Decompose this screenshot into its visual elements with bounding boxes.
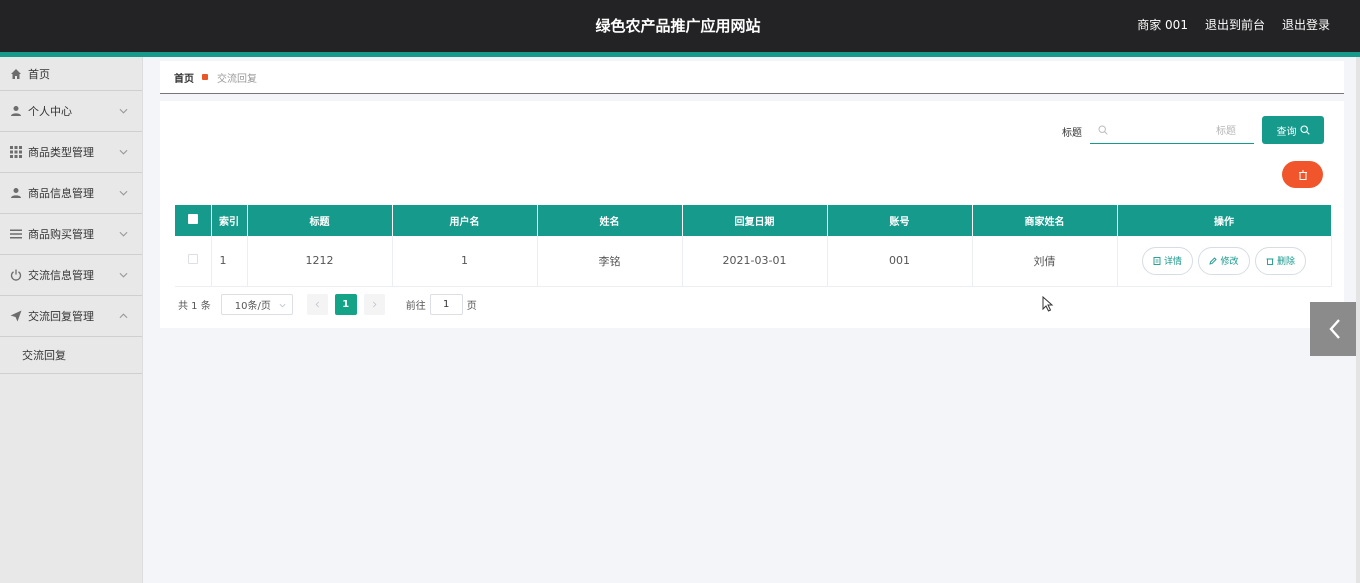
sidebar-item-communication-reply[interactable]: 交流回复管理 [0, 296, 142, 337]
chevron-down-icon [119, 107, 128, 116]
sidebar-item-label: 首页 [28, 67, 50, 81]
trash-icon [1298, 170, 1307, 180]
top-links: 商家 001 退出到前台 退出登录 [1137, 16, 1330, 33]
query-button[interactable]: 查询 [1262, 116, 1324, 144]
back-to-front-link[interactable]: 退出到前台 [1205, 16, 1265, 33]
chevron-down-icon [119, 230, 128, 239]
user-icon [10, 105, 22, 117]
column-header: 账号 [827, 205, 973, 236]
breadcrumb-home[interactable]: 首页 [174, 70, 194, 85]
edit-button-label: 修改 [1220, 257, 1239, 268]
merchant-account-link[interactable]: 商家 001 [1137, 16, 1188, 33]
list-icon [10, 228, 22, 240]
sidebar-item-label: 个人中心 [28, 105, 72, 118]
chevron-down-icon [119, 189, 128, 198]
trash-icon [1266, 258, 1274, 265]
top-bar: 绿色农产品推广应用网站 商家 001 退出到前台 退出登录 [0, 0, 1360, 52]
select-all-checkbox[interactable] [187, 214, 198, 224]
sidebar-item-home[interactable]: 首页 [0, 57, 142, 91]
sidebar-item-product-purchase[interactable]: 商品购买管理 [0, 214, 142, 255]
breadcrumb: 首页 交流回复 [160, 61, 1344, 94]
delete-button-label: 删除 [1277, 257, 1296, 268]
sidebar-item-label: 商品信息管理 [28, 187, 94, 200]
chevron-left-icon [315, 301, 319, 308]
table-header-row: 索引 标题 用户名 姓名 回复日期 账号 商家姓名 操作 [175, 205, 1332, 236]
scrollbar[interactable] [1356, 57, 1360, 583]
home-icon [10, 68, 22, 80]
side-panel-toggle-button[interactable] [1310, 302, 1360, 356]
pagination: 共 1 条 10条/页 1 前往 页 [178, 294, 477, 315]
chevron-up-icon [119, 312, 128, 321]
edit-button[interactable]: 修改 [1198, 246, 1250, 275]
document-icon [1153, 256, 1161, 265]
cell-username: 1 [392, 236, 538, 287]
prev-page-button[interactable] [306, 294, 328, 315]
mouse-cursor-icon [1042, 296, 1054, 312]
edit-icon [1209, 257, 1218, 265]
search-input[interactable] [1114, 122, 1236, 141]
cell-name: 李铭 [537, 236, 683, 287]
next-page-button[interactable] [363, 294, 385, 315]
search-icon [1098, 125, 1108, 135]
page-size-value: 10条/页 [234, 301, 271, 312]
power-icon [10, 269, 22, 281]
sidebar: 首页 个人中心 商品类型管理 商品信息管理 商品购买管理 交流信息管理 交流回复… [0, 57, 143, 583]
pagination-total: 共 1 条 [178, 301, 211, 312]
sidebar-item-label: 商品购买管理 [28, 228, 94, 241]
cell-actions: 详情 修改 删除 [1117, 236, 1332, 287]
data-table: 索引 标题 用户名 姓名 回复日期 账号 商家姓名 操作 1 1212 1 李铭… [175, 205, 1332, 287]
sidebar-item-product-info[interactable]: 商品信息管理 [0, 173, 142, 214]
chevron-right-icon [372, 301, 377, 308]
logout-link[interactable]: 退出登录 [1282, 16, 1330, 33]
query-button-label: 查询 [1276, 126, 1297, 138]
column-header: 商家姓名 [972, 205, 1118, 236]
delete-button[interactable]: 删除 [1255, 246, 1307, 275]
cell-index: 1 [211, 236, 248, 287]
cell-title: 1212 [247, 236, 393, 287]
search-field [1090, 119, 1254, 144]
cell-reply-date: 2021-03-01 [682, 236, 828, 287]
goto-page-input[interactable] [429, 294, 463, 315]
column-header: 姓名 [537, 205, 683, 236]
breadcrumb-current: 交流回复 [217, 73, 257, 85]
detail-button[interactable]: 详情 [1141, 246, 1193, 275]
page-suffix: 页 [466, 301, 477, 312]
row-checkbox[interactable] [187, 254, 198, 265]
chevron-left-icon [1329, 319, 1340, 339]
search-label: 标题 [1062, 128, 1082, 139]
header-accent-bar [0, 52, 1360, 57]
breadcrumb-separator-icon [202, 74, 208, 80]
user-icon [10, 187, 22, 199]
sidebar-item-label: 交流回复管理 [28, 310, 94, 323]
sidebar-item-communication-info[interactable]: 交流信息管理 [0, 255, 142, 296]
column-header: 索引 [211, 205, 248, 236]
sidebar-item-label: 交流信息管理 [28, 269, 94, 282]
page-number-current[interactable]: 1 [334, 294, 357, 315]
grid-icon [10, 146, 22, 158]
cell-account: 001 [827, 236, 973, 287]
row-select-cell[interactable] [175, 236, 212, 287]
select-all-cell[interactable] [175, 205, 212, 236]
chevron-down-icon [119, 148, 128, 157]
cell-merchant-name: 刘倩 [972, 236, 1118, 287]
sidebar-item-product-type[interactable]: 商品类型管理 [0, 132, 142, 173]
column-header: 回复日期 [682, 205, 828, 236]
column-header: 用户名 [392, 205, 538, 236]
chevron-down-icon [119, 271, 128, 280]
detail-button-label: 详情 [1163, 257, 1182, 268]
sidebar-subitem-communication-reply[interactable]: 交流回复 [0, 337, 142, 374]
column-header: 操作 [1117, 205, 1332, 236]
column-header: 标题 [247, 205, 393, 236]
batch-delete-button[interactable] [1282, 161, 1323, 188]
content-panel: 标题 查询 索引 标题 用户名 姓名 回复日期 账号 商家姓名 操作 [160, 101, 1344, 328]
search-icon [1299, 125, 1310, 135]
goto-label: 前往 [405, 301, 426, 312]
send-icon [10, 310, 22, 322]
sidebar-item-personal-center[interactable]: 个人中心 [0, 91, 142, 132]
sidebar-item-label: 商品类型管理 [28, 146, 94, 159]
chevron-down-icon [279, 303, 286, 308]
table-row: 1 1212 1 李铭 2021-03-01 001 刘倩 详情 修改 删除 [175, 236, 1332, 287]
page-size-select[interactable]: 10条/页 [220, 294, 293, 315]
